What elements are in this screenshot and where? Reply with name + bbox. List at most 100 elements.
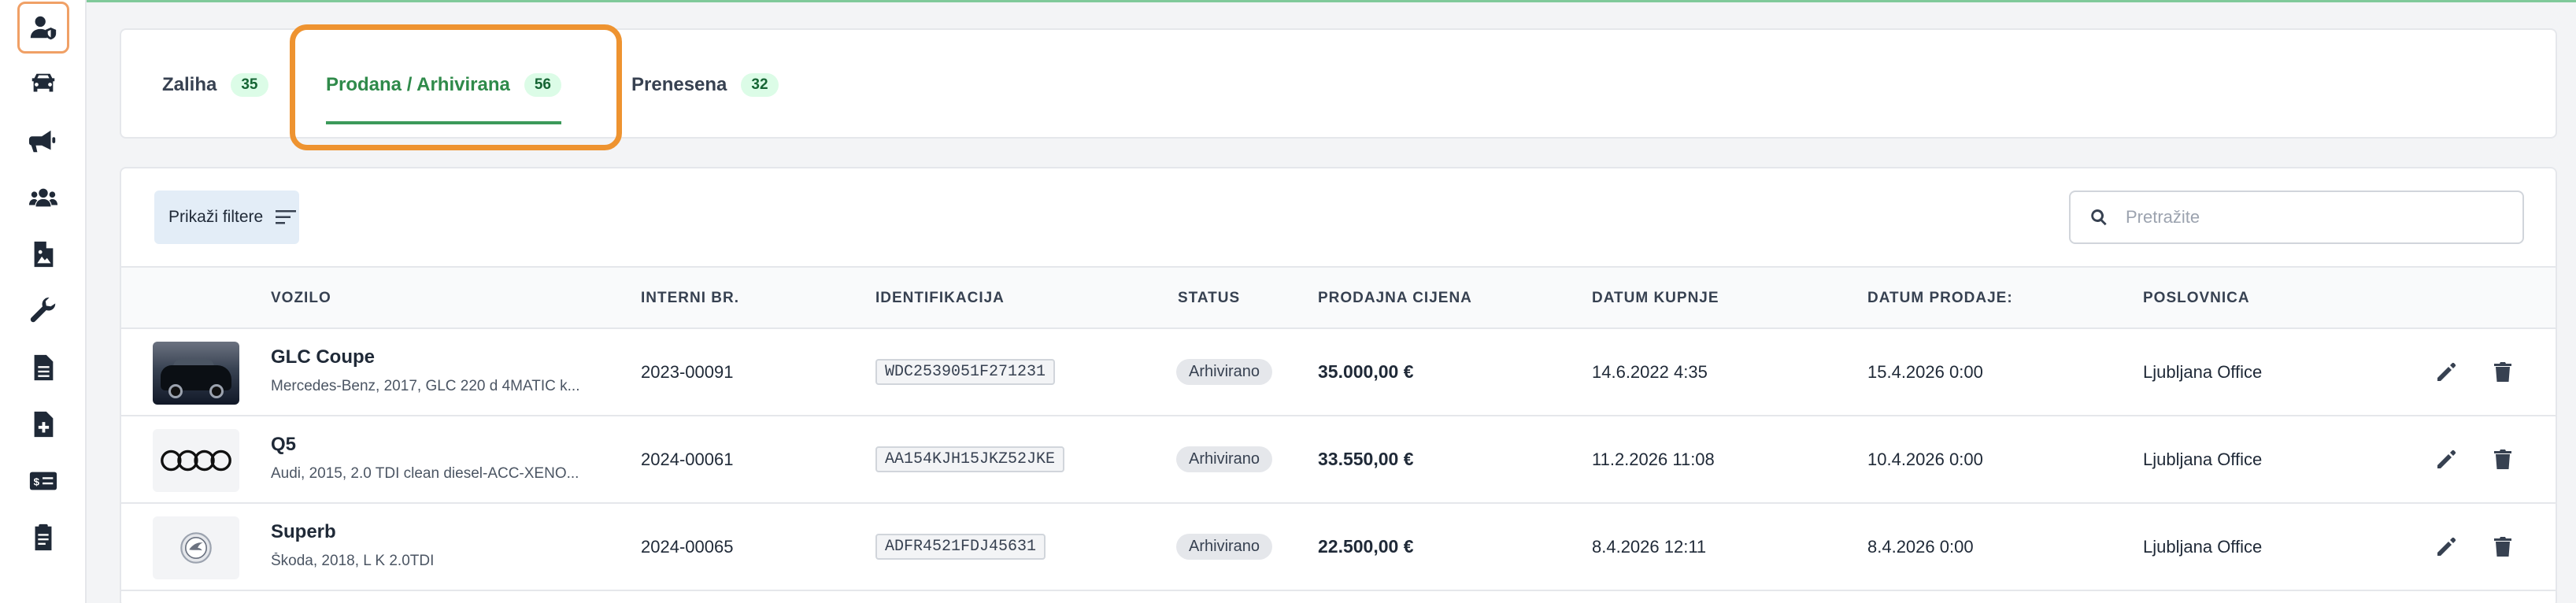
users-icon <box>28 188 58 207</box>
table-row[interactable]: Superb Škoda, 2018, L K 2.0TDI 2024-0006… <box>121 504 2556 591</box>
branch: Ljubljana Office <box>2143 449 2263 469</box>
vehicle-name[interactable]: Q5 <box>271 434 617 456</box>
trash-icon <box>2494 362 2511 382</box>
search-box[interactable] <box>2069 191 2524 244</box>
vehicle-name[interactable]: Superb <box>271 521 617 543</box>
tab-label: Zaliha <box>162 74 217 95</box>
status-cell: Arhivirano <box>1176 329 1273 415</box>
column-header-identifikacija[interactable]: IDENTIFIKACIJA <box>875 268 1005 329</box>
table-header: VOZILO INTERNI BR. IDENTIFIKACIJA STATUS… <box>121 266 2556 329</box>
status-badge: Arhivirano <box>1176 446 1273 472</box>
megaphone-icon <box>28 130 56 153</box>
internal-number: 2024-00065 <box>641 536 734 557</box>
tab-count-badge: 35 <box>231 73 268 97</box>
column-header-status[interactable]: STATUS <box>1178 268 1240 329</box>
status-cell: Arhivirano <box>1176 416 1273 502</box>
delete-button[interactable] <box>2488 445 2518 475</box>
sale-date: 10.4.2026 0:00 <box>1867 449 1983 469</box>
highlight-annotation <box>290 24 622 150</box>
column-header-interni-br[interactable]: INTERNI BR. <box>641 268 739 329</box>
vehicle-info: Superb Škoda, 2018, L K 2.0TDI <box>271 521 617 570</box>
sidebar-item-new-document[interactable] <box>17 398 69 450</box>
sale-price: 35.000,00 € <box>1318 361 1414 382</box>
vehicle-name[interactable]: GLC Coupe <box>271 346 617 368</box>
trash-icon <box>2494 537 2511 557</box>
skoda-logo-icon <box>180 532 212 564</box>
search-icon <box>2091 209 2107 226</box>
column-header-vozilo[interactable]: VOZILO <box>271 268 331 329</box>
document-icon <box>34 354 54 381</box>
identification-cell: WDC2539051F271231 <box>875 329 1056 415</box>
identification-cell: AA154KJH15JKZ52JKE <box>875 416 1065 502</box>
trash-icon <box>2494 449 2511 469</box>
identification-cell: ADFR4521FDJ45631 <box>875 504 1046 590</box>
status-badge: Arhivirano <box>1176 534 1273 560</box>
sidebar-item-customers[interactable] <box>17 172 69 224</box>
column-header-prodajna-cijena[interactable]: PRODAJNA CIJENA <box>1318 268 1472 329</box>
sidebar-item-vehicles[interactable] <box>17 58 69 110</box>
show-filters-button[interactable]: Prikaži filtere <box>154 191 299 244</box>
purchase-date: 8.4.2026 12:11 <box>1592 536 1707 557</box>
vehicle-table-card: Prikaži filtere VOZILO INTERNI BR. IDENT… <box>120 167 2557 603</box>
table-row[interactable]: Q5 Audi, 2015, 2.0 TDI clean diesel-ACC-… <box>121 416 2556 504</box>
vehicle-description: Audi, 2015, 2.0 TDI clean diesel-ACC-XEN… <box>271 465 579 482</box>
pencil-icon <box>2437 449 2456 468</box>
table-row[interactable]: GLC Coupe Mercedes-Benz, 2017, GLC 220 d… <box>121 329 2556 416</box>
tab-count-badge: 32 <box>741 73 779 97</box>
internal-number: 2024-00061 <box>641 449 734 469</box>
audi-logo-icon <box>161 449 231 472</box>
sidebar-item-marketing[interactable] <box>17 115 69 167</box>
purchase-date: 11.2.2026 11:08 <box>1592 449 1715 469</box>
edit-button[interactable] <box>2431 532 2461 562</box>
pencil-icon <box>2437 362 2456 381</box>
edit-button[interactable] <box>2431 445 2461 475</box>
pencil-icon <box>2437 537 2456 556</box>
column-header-poslovnica[interactable]: POSLOVNICA <box>2143 268 2250 329</box>
branch: Ljubljana Office <box>2143 361 2263 382</box>
top-accent-line <box>87 0 2576 2</box>
edit-button[interactable] <box>2431 357 2461 387</box>
sidebar-item-users-security[interactable] <box>17 2 69 54</box>
sidebar-item-finance[interactable]: $ <box>17 455 69 507</box>
branch: Ljubljana Office <box>2143 536 2263 557</box>
image-file-icon <box>34 241 54 268</box>
sale-price: 33.550,00 € <box>1318 449 1414 469</box>
vehicle-info: GLC Coupe Mercedes-Benz, 2017, GLC 220 d… <box>271 346 617 395</box>
file-plus-icon <box>34 411 54 438</box>
vehicle-thumbnail[interactable] <box>153 342 239 405</box>
delete-button[interactable] <box>2488 532 2518 562</box>
tab-label: Prenesena <box>631 74 727 95</box>
wrench-icon <box>30 297 56 323</box>
vehicle-thumbnail[interactable] <box>153 429 239 492</box>
search-input[interactable] <box>2126 207 2504 228</box>
car-icon <box>31 73 55 92</box>
purchase-date: 14.6.2022 4:35 <box>1592 361 1708 382</box>
svg-text:$: $ <box>34 476 40 488</box>
sale-date: 15.4.2026 0:00 <box>1867 361 1983 382</box>
user-shield-icon <box>30 16 57 40</box>
sidebar-item-media[interactable] <box>17 228 69 280</box>
tab-zaliha[interactable]: Zaliha 35 <box>162 30 268 140</box>
sale-date: 8.4.2026 0:00 <box>1867 536 1974 557</box>
vin-code: AA154KJH15JKZ52JKE <box>875 446 1065 472</box>
status-cell: Arhivirano <box>1176 504 1273 590</box>
filter-lines-icon <box>276 210 297 224</box>
sidebar-item-service[interactable] <box>17 285 69 337</box>
sale-price: 22.500,00 € <box>1318 536 1414 557</box>
report-icon <box>35 523 52 551</box>
sidebar-item-reports[interactable] <box>17 512 69 564</box>
column-header-datum-prodaje[interactable]: DATUM PRODAJE: <box>1867 268 2013 329</box>
filter-button-label: Prikaži filtere <box>168 208 264 226</box>
delete-button[interactable] <box>2488 357 2518 387</box>
vehicle-description: Škoda, 2018, L K 2.0TDI <box>271 553 435 569</box>
sidebar: $ <box>0 0 87 603</box>
vehicle-thumbnail[interactable] <box>153 516 239 579</box>
vehicle-description: Mercedes-Benz, 2017, GLC 220 d 4MATIC k.… <box>271 378 580 394</box>
money-card-icon: $ <box>29 472 57 490</box>
tab-prenesena[interactable]: Prenesena 32 <box>631 30 779 140</box>
vin-code: WDC2539051F271231 <box>875 359 1056 385</box>
internal-number: 2023-00091 <box>641 361 734 382</box>
column-header-datum-kupnje[interactable]: DATUM KUPNJE <box>1592 268 1719 329</box>
status-badge: Arhivirano <box>1176 359 1273 385</box>
sidebar-item-documents[interactable] <box>17 342 69 394</box>
